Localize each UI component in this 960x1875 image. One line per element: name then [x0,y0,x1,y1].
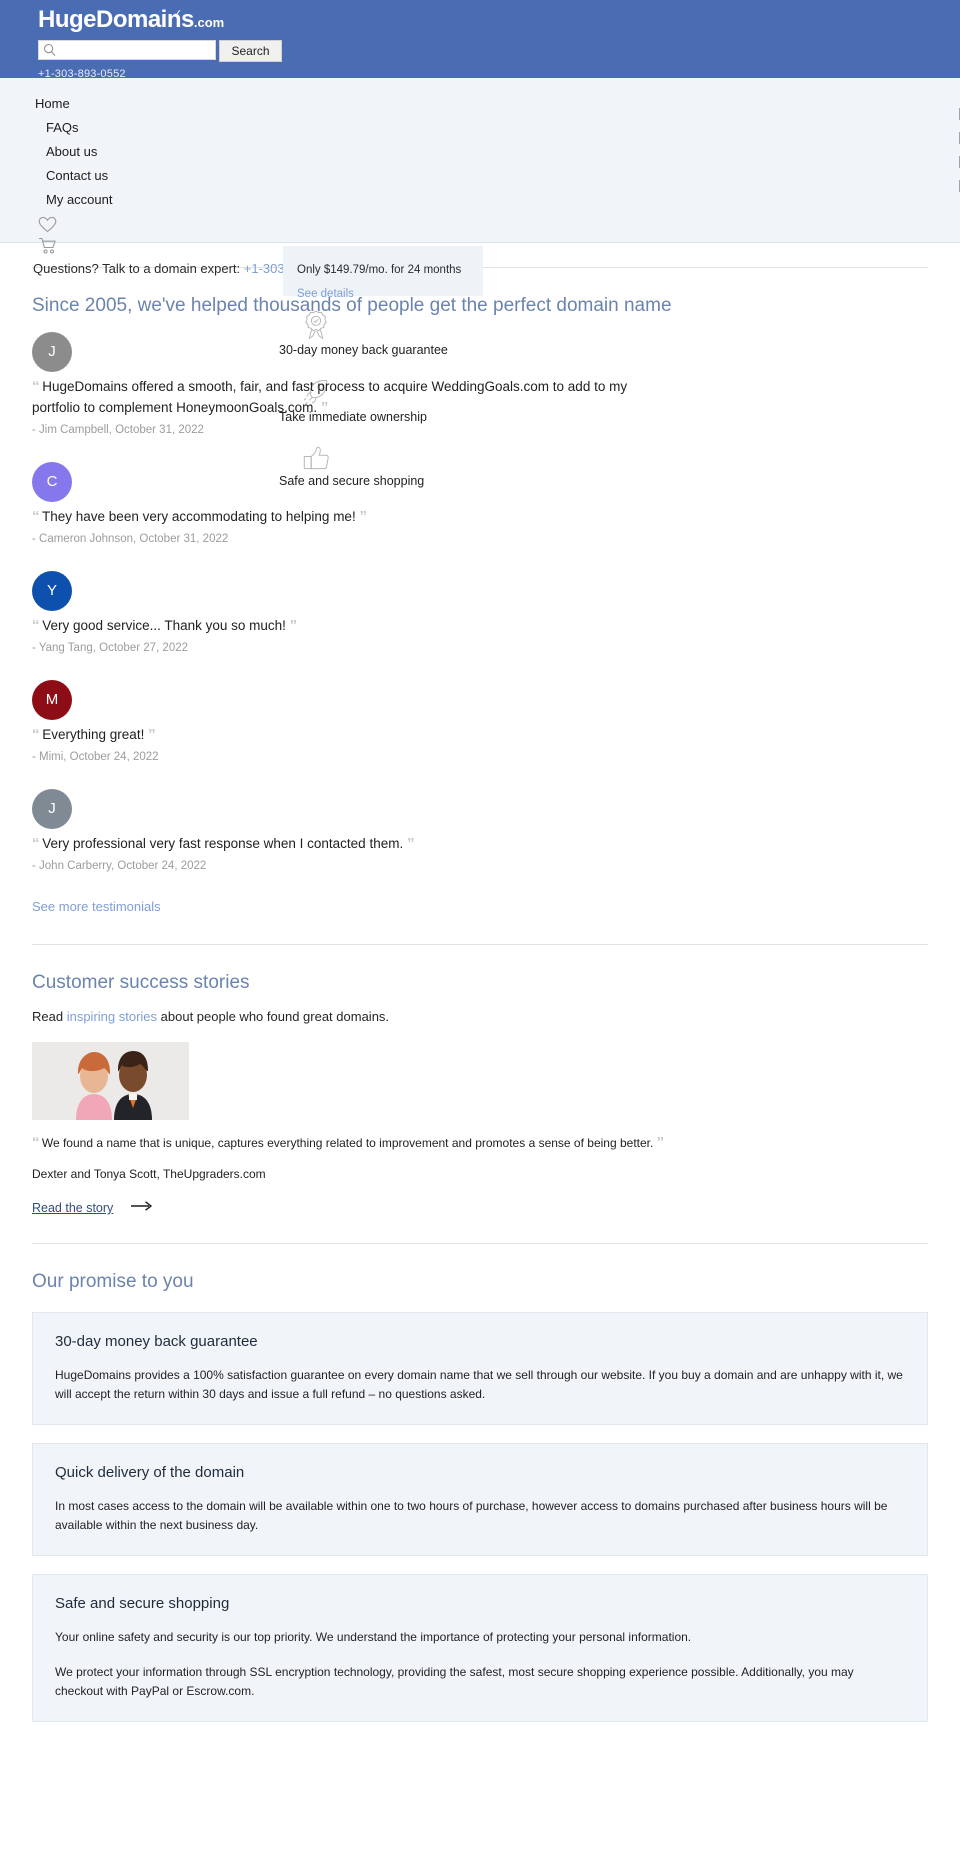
promise-card-title: Safe and secure shopping [55,1595,230,1612]
testimonial-author: - Mimi, October 24, 2022 [32,751,159,763]
testimonials-wrapper: 30-day money back guarantee Take immedia… [32,310,928,916]
testimonial-quote: HugeDomains offered a smooth, fair, and … [32,379,628,415]
testimonial-item: C “ They have been very accommodating to… [32,462,928,545]
testimonial-quote: Everything great! [42,727,145,742]
quote-open-icon: “ [32,378,39,395]
nav-item-contact-us[interactable]: Contact us [0,164,960,188]
avatar: Y [32,571,72,611]
shopping-cart-icon[interactable] [38,237,960,255]
quote-close-icon: ” [359,508,366,525]
nav-item-about-us[interactable]: About us [0,140,960,164]
testimonial-author: - Yang Tang, October 27, 2022 [32,642,189,654]
promise-card-money-back: 30-day money back guarantee HugeDomains … [32,1312,928,1425]
logo-check-icon: ✓ [173,8,182,20]
navigation-panel: Home FAQs About us Contact us My account [0,78,960,254]
testimonial-quote-row: “ Very good service... Thank you so much… [32,615,672,636]
success-stories-intro: Read inspiring stories about people who … [32,1009,928,1024]
testimonial-quote-row: “ They have been very accommodating to h… [32,506,672,527]
promise-card-quick-delivery: Quick delivery of the domain In most cas… [32,1443,928,1556]
nav-item-my-account[interactable]: My account [0,188,960,212]
read-the-story-link[interactable]: Read the story [32,1201,113,1215]
testimonial-item: J “ HugeDomains offered a smooth, fair, … [32,332,928,436]
quote-open-icon: “ [32,726,39,743]
quote-open-icon: “ [32,617,39,634]
promise-heading: Our promise to you [32,1271,194,1292]
quote-open-icon: “ [32,1134,39,1151]
quote-close-icon: ” [320,399,328,416]
see-details-link[interactable]: See details [297,288,354,300]
intro-prefix: Read [32,1009,67,1024]
success-story-attribution: Dexter and Tonya Scott, TheUpgraders.com [32,1167,266,1181]
quote-close-icon: ” [289,617,297,634]
testimonial-quote-row: “ Everything great! ” [32,724,672,745]
quote-close-icon: ” [148,726,155,743]
promise-card-paragraph: In most cases access to the domain will … [55,1499,888,1532]
search-box[interactable] [38,40,216,60]
see-more-testimonials-link[interactable]: See more testimonials [32,899,161,914]
success-story-photo [32,1042,189,1120]
testimonial-quote-row: “ HugeDomains offered a smooth, fair, an… [32,376,672,418]
divider-promise [32,1243,928,1244]
search-row: Search [38,40,960,62]
testimonials-heading: Since 2005, we've helped thousands of pe… [32,295,672,316]
price-tooltip-popup: Only $149.79/mo. for 24 months See detai… [283,246,483,300]
intro-suffix: about people who found great domains. [157,1009,390,1024]
main-content: Questions? Talk to a domain expert: +1-3… [0,261,960,1722]
promise-card-title: Quick delivery of the domain [55,1464,245,1481]
heart-icon[interactable] [38,216,960,233]
testimonial-author: - Jim Campbell, October 31, 2022 [32,424,204,436]
testimonial-quote-row: “ Very professional very fast response w… [32,833,672,854]
nav-item-faqs[interactable]: FAQs [0,116,960,140]
arrow-right-icon[interactable] [131,1199,153,1217]
testimonial-item: M “ Everything great! ” - Mimi, October … [32,680,928,763]
avatar: M [32,680,72,720]
site-logo[interactable]: HugeDomains.com ✓ [38,8,224,35]
logo-text: HugeDomains [38,6,194,33]
testimonial-quote: Very professional very fast response whe… [42,836,404,851]
quote-open-icon: “ [32,508,39,525]
divider-success-stories [32,944,928,945]
success-story-quote: “ We found a name that is unique, captur… [32,1134,928,1151]
quote-open-icon: “ [32,835,39,852]
nav-item-home[interactable]: Home [0,92,960,116]
avatar: J [32,789,72,829]
price-tooltip-text: Only $149.79/mo. for 24 months [297,264,462,276]
quote-close-icon: ” [656,1134,664,1151]
inspiring-stories-link[interactable]: inspiring stories [67,1009,157,1024]
avatar: J [32,332,72,372]
site-header: HugeDomains.com ✓ Search +1-303-893-0552 [0,0,960,80]
promise-card-paragraph: We protect your information through SSL … [55,1665,854,1698]
success-story-link-row: Read the story [32,1199,928,1217]
success-stories-heading: Customer success stories [32,972,250,993]
testimonial-quote: Very good service... Thank you so much! [42,618,286,633]
success-story-quote-text: We found a name that is unique, captures… [41,1136,654,1150]
quote-close-icon: ” [406,835,414,852]
promise-card-paragraph: HugeDomains provides a 100% satisfaction… [55,1368,903,1401]
testimonial-author: - John Carberry, October 24, 2022 [32,860,207,872]
search-icon [43,43,57,57]
promise-card-paragraph: Your online safety and security is our t… [55,1630,692,1644]
questions-text: Questions? Talk to a domain expert: [33,261,241,276]
testimonial-quote: They have been very accommodating to hel… [42,509,356,524]
search-button[interactable]: Search [219,40,282,62]
testimonial-author: - Cameron Johnson, October 31, 2022 [32,533,229,545]
search-input[interactable] [57,42,207,58]
testimonial-item: J “ Very professional very fast response… [32,789,928,872]
testimonial-item: Y “ Very good service... Thank you so mu… [32,571,928,654]
promise-card-safe-shopping: Safe and secure shopping Your online saf… [32,1574,928,1722]
promise-card-title: 30-day money back guarantee [55,1333,258,1350]
logo-tld: .com [193,15,225,30]
avatar: C [32,462,72,502]
